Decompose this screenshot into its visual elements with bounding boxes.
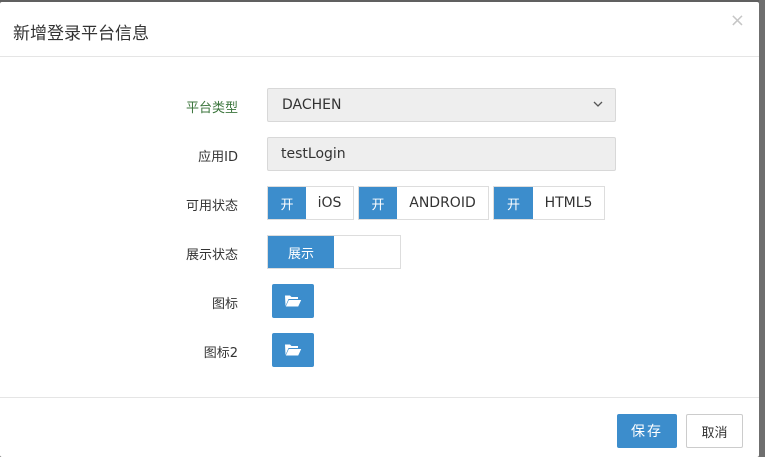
toggle-ios-label: iOS (317, 195, 342, 211)
modal-header: 新增登录平台信息 × (0, 2, 759, 57)
app-id-label: 应用ID (198, 150, 238, 165)
folder-open-icon (285, 344, 302, 356)
modal-dialog: 新增登录平台信息 × 平台类型 DACHEN 应用ID 可用状态 开 iOS 开… (0, 2, 759, 457)
display-status-label: 展示状态 (185, 248, 238, 263)
form-row-available-status: 可用状态 开 iOS 开 ANDROID 开 HTML5 (0, 186, 759, 220)
cancel-button[interactable]: 取消 (686, 414, 743, 448)
form-row-platform-type: 平台类型 DACHEN (0, 88, 759, 122)
form-row-app-id: 应用ID (0, 137, 759, 171)
modal-footer: 保存 取消 (0, 397, 759, 457)
toggle-ios[interactable]: 开 iOS (267, 186, 354, 220)
form-row-display-status: 展示状态 展示 (0, 235, 759, 269)
folder-open-icon (285, 295, 302, 307)
toggle-html5[interactable]: 开 HTML5 (493, 186, 605, 220)
toggle-display[interactable]: 展示 (267, 235, 401, 269)
close-icon[interactable]: × (730, 12, 745, 30)
available-status-label: 可用状态 (185, 199, 238, 214)
toggle-display-off-area (334, 236, 400, 268)
platform-type-select[interactable]: DACHEN (267, 88, 616, 122)
save-button[interactable]: 保存 (617, 414, 677, 448)
form-row-icon: 图标 (0, 284, 759, 318)
icon2-upload-button[interactable] (272, 333, 314, 367)
toggle-android[interactable]: 开 ANDROID (358, 186, 489, 220)
toggle-html5-label: HTML5 (544, 195, 593, 211)
modal-title: 新增登录平台信息 (13, 24, 149, 44)
icon2-label: 图标2 (203, 346, 238, 361)
platform-type-label: 平台类型 (185, 101, 238, 116)
chevron-down-icon (593, 101, 603, 107)
icon-label: 图标 (211, 297, 238, 312)
toggle-html5-state: 开 (494, 187, 533, 219)
icon-upload-button[interactable] (272, 284, 314, 318)
toggle-ios-state: 开 (268, 187, 306, 219)
toggle-android-state: 开 (359, 187, 397, 219)
app-id-input[interactable] (267, 137, 616, 171)
platform-type-value: DACHEN (282, 97, 342, 113)
toggle-display-state: 展示 (268, 236, 334, 268)
toggle-android-label: ANDROID (409, 195, 476, 211)
form-row-icon2: 图标2 (0, 333, 759, 367)
modal-backdrop (759, 0, 765, 457)
